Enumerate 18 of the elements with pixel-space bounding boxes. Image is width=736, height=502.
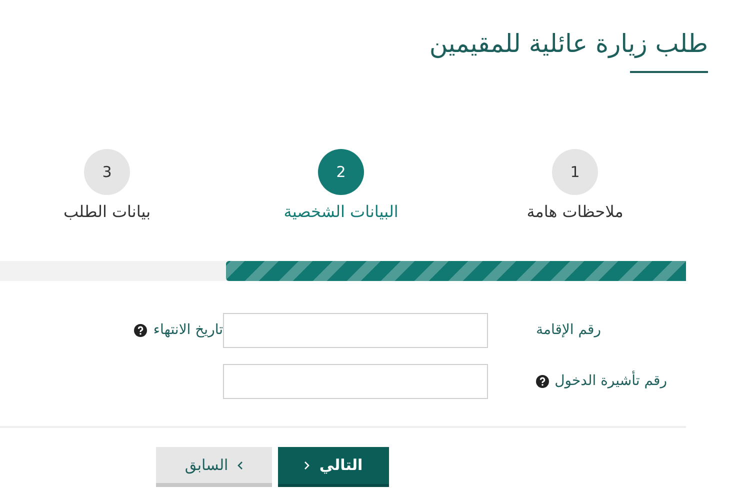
field-label: تاريخ الانتهاء bbox=[153, 321, 223, 340]
input-field[interactable] bbox=[223, 364, 488, 399]
help-icon[interactable] bbox=[134, 324, 148, 337]
chevron-icon bbox=[237, 460, 244, 470]
step-label: ملاحظات هامة bbox=[526, 201, 624, 223]
step-number: 3 bbox=[84, 149, 130, 195]
field-label: رقم الإقامة bbox=[536, 321, 601, 340]
input-field[interactable] bbox=[223, 313, 488, 348]
page-title: طلب زيارة عائلية للمقيمين bbox=[429, 28, 708, 60]
step-label: بيانات الطلب bbox=[63, 201, 151, 223]
next-button[interactable]: التالي bbox=[278, 447, 389, 487]
step-label: البيانات الشخصية bbox=[284, 201, 398, 223]
chevron-icon bbox=[304, 461, 310, 470]
help-icon[interactable] bbox=[536, 375, 549, 388]
previous-button[interactable]: السابق bbox=[156, 447, 272, 487]
step-number: 1 bbox=[552, 149, 598, 195]
field-label: رقم تأشيرة الدخول bbox=[554, 371, 667, 392]
step-number: 2 bbox=[318, 149, 364, 195]
